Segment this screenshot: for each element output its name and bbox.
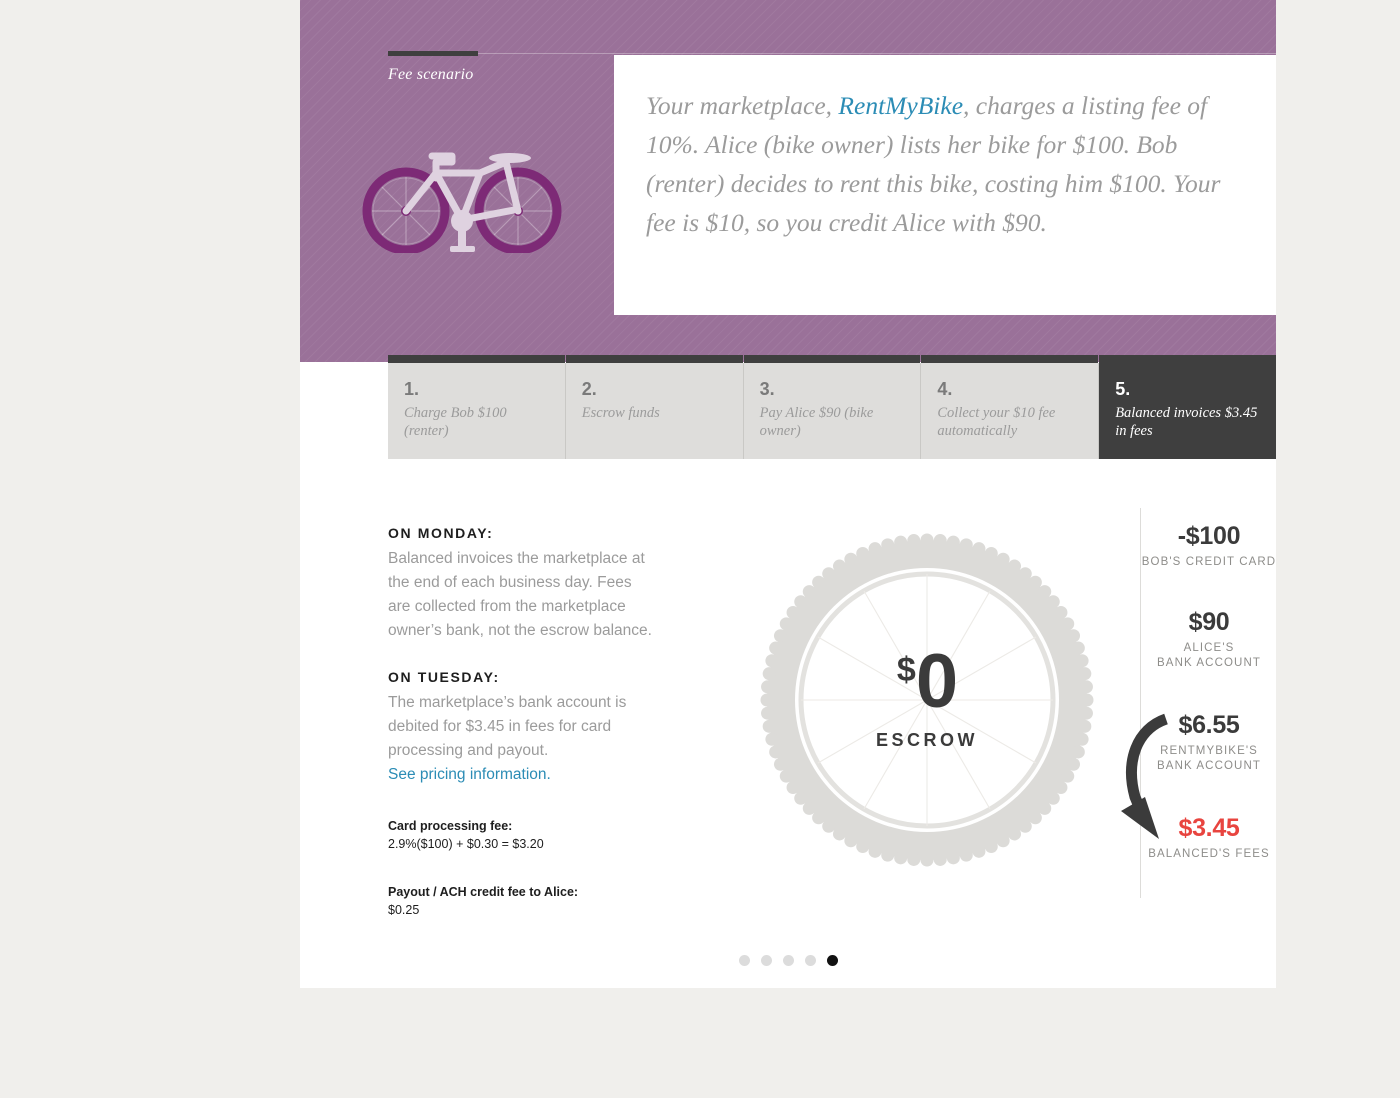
tuesday-body: The marketplace’s bank account is debite… [388, 694, 627, 759]
step-description: Escrow funds [581, 405, 660, 421]
tab-step-5[interactable]: 5. Balanced invoices $3.45 in fees [1099, 355, 1276, 459]
tab-step-3[interactable]: 3. Pay Alice $90 (bike owner) [743, 355, 922, 459]
hero-divider [388, 53, 1276, 54]
monday-body: Balanced invoices the marketplace at the… [388, 550, 652, 639]
tab-step-2[interactable]: 2. Escrow funds [565, 355, 744, 459]
slide-card: Fee scenario Your marketplace, RentMyBik… [300, 0, 1276, 988]
escrow-value: 0 [915, 639, 958, 724]
explanation-column: ON MONDAY: Balanced invoices the marketp… [388, 525, 653, 919]
currency-symbol: $ [896, 651, 916, 689]
step-number: 3. [759, 379, 775, 399]
scenario-callout: Your marketplace, RentMyBike, charges a … [614, 55, 1276, 315]
tab-step-4[interactable]: 4. Collect your $10 fee automatically [921, 355, 1100, 459]
ledger-amount: -$100 [1177, 522, 1241, 550]
escrow-label: ESCROW [876, 730, 978, 750]
pagination-dots [300, 955, 1276, 966]
step-description: Balanced invoices $3.45 in fees [1115, 405, 1258, 439]
payout-fee-value: $0.25 [388, 903, 420, 917]
step-number: 5. [1115, 379, 1131, 399]
step-description: Collect your $10 fee automatically [937, 405, 1056, 439]
ledger-caption: ALICE'S BANK ACCOUNT [1157, 642, 1261, 669]
ledger-item-bob: -$100 BOB'S CREDIT CARD [1141, 522, 1277, 570]
step-number: 4. [937, 379, 953, 399]
tuesday-heading: ON TUESDAY: [388, 669, 500, 685]
scenario-text-before: Your marketplace, [646, 91, 839, 120]
bicycle-icon [362, 152, 562, 253]
hero-section: Fee scenario Your marketplace, RentMyBik… [300, 0, 1276, 362]
step-description: Pay Alice $90 (bike owner) [759, 405, 874, 439]
payout-fee-title: Payout / ACH credit fee to Alice: [388, 885, 579, 899]
ledger-column: -$100 BOB'S CREDIT CARD $90 ALICE'S BANK … [1121, 508, 1277, 898]
ledger-amount: $90 [1188, 608, 1230, 636]
pagination-dot-3[interactable] [782, 955, 794, 966]
step-number: 1. [404, 379, 420, 399]
brand-name: RentMyBike [838, 91, 964, 120]
ledger-caption: BOB'S CREDIT CARD [1141, 556, 1277, 568]
pagination-dot-1[interactable] [738, 955, 750, 966]
monday-heading: ON MONDAY: [388, 525, 494, 541]
pagination-dot-5[interactable] [826, 955, 838, 966]
ledger-item-alice: $90 ALICE'S BANK ACCOUNT [1141, 608, 1277, 671]
card-processing-fee: Card processing fee: 2.9%($100) + $0.30 … [388, 817, 653, 853]
pagination-dot-2[interactable] [760, 955, 772, 966]
card-fee-value: 2.9%($100) + $0.30 = $3.20 [388, 837, 544, 851]
fee-flow-arrow-icon [1121, 713, 1169, 839]
step-number: 2. [581, 379, 597, 399]
scenario-text: Your marketplace, RentMyBike, charges a … [646, 86, 1246, 242]
tab-step-1[interactable]: 1. Charge Bob $100 (renter) [388, 355, 566, 459]
card-fee-title: Card processing fee: [388, 819, 513, 833]
hero-accent-bar [388, 51, 478, 56]
pricing-information-link[interactable]: See pricing information. [388, 763, 653, 787]
escrow-readout: $0 ESCROW [755, 632, 1099, 751]
hero-label: Fee scenario [388, 66, 474, 83]
escrow-amount: $0 [755, 632, 1099, 720]
ledger-caption: BALANCED'S FEES [1148, 848, 1270, 860]
payout-fee: Payout / ACH credit fee to Alice: $0.25 [388, 883, 653, 919]
escrow-wheel: $0 ESCROW [755, 528, 1099, 872]
step-tabs: 1. Charge Bob $100 (renter) 2. Escrow fu… [388, 355, 1276, 459]
pagination-dot-4[interactable] [804, 955, 816, 966]
step-description: Charge Bob $100 (renter) [404, 405, 507, 439]
